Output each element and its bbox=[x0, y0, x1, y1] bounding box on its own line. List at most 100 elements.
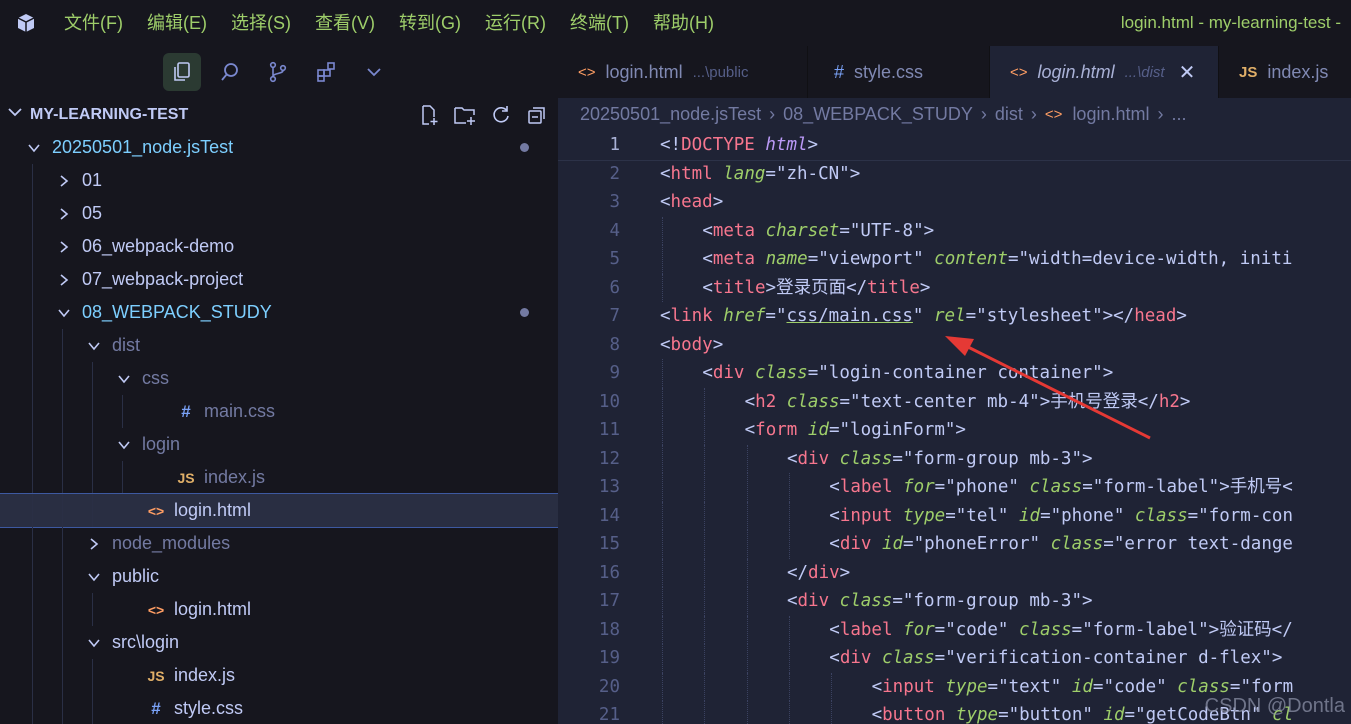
indent-guide bbox=[704, 530, 706, 559]
extensions-view-button[interactable] bbox=[307, 53, 345, 91]
menu-edit[interactable]: 编辑(E) bbox=[135, 0, 219, 46]
line-number: 5 bbox=[609, 249, 620, 269]
code-token: type bbox=[945, 676, 988, 697]
breadcrumb-item[interactable]: 20250501_node.jsTest bbox=[580, 104, 761, 125]
menu-terminal[interactable]: 终端(T) bbox=[558, 0, 641, 46]
indent-guide bbox=[704, 672, 706, 701]
tab-login-html-dist[interactable]: <> login.html ...\dist ✕ bbox=[990, 46, 1219, 98]
tab-index-js[interactable]: JS index.js bbox=[1219, 46, 1351, 98]
code-token: id bbox=[1071, 676, 1093, 697]
tree-folder[interactable]: css bbox=[0, 362, 558, 395]
tree-folder[interactable]: node_modules bbox=[0, 527, 558, 560]
breadcrumb: 20250501_node.jsTest › 08_WEBPACK_STUDY … bbox=[558, 98, 1351, 131]
breadcrumb-item[interactable]: ... bbox=[1171, 104, 1186, 125]
explorer-section-header[interactable]: MY-LEARNING-TEST bbox=[0, 98, 558, 131]
tree-folder[interactable]: 07_webpack-project bbox=[0, 263, 558, 296]
code-token: = bbox=[892, 448, 903, 469]
code-token: = bbox=[945, 505, 956, 526]
tree-file[interactable]: # style.css bbox=[0, 692, 558, 724]
indent-guide bbox=[62, 428, 63, 461]
code-token: = bbox=[1092, 676, 1104, 697]
tree-folder[interactable]: src\login bbox=[0, 626, 558, 659]
source-control-view-button[interactable] bbox=[259, 53, 297, 91]
tree-folder[interactable]: 08_WEBPACK_STUDY bbox=[0, 296, 558, 329]
tree-folder[interactable]: dist bbox=[0, 329, 558, 362]
code-line[interactable]: 16 </div> bbox=[558, 558, 1351, 587]
code-token: class bbox=[1018, 619, 1072, 640]
tree-item-label: login.html bbox=[174, 599, 252, 619]
code-token: > bbox=[1208, 619, 1220, 640]
code-line[interactable]: 5 <meta name="viewport" content="width=de… bbox=[558, 245, 1351, 274]
code-line[interactable]: 13 <label for="phone" class="form-label">… bbox=[558, 473, 1351, 502]
indent-guide bbox=[32, 296, 33, 329]
indent-guide bbox=[32, 494, 33, 527]
indent-guide bbox=[662, 473, 663, 502]
code-line[interactable]: 14 <input type="tel" id="phone" class="fo… bbox=[558, 501, 1351, 530]
code-line[interactable]: 17 <div class="form-group mb-3"> bbox=[558, 587, 1351, 616]
indent-guide bbox=[62, 593, 63, 626]
indent-guide bbox=[746, 558, 748, 587]
code-line[interactable]: 10 <h2 class="text-center mb-4">手机号登录</h2… bbox=[558, 387, 1351, 416]
explorer-view-button[interactable] bbox=[163, 53, 201, 91]
menu-help[interactable]: 帮助(H) bbox=[641, 0, 726, 46]
menu-view[interactable]: 查看(V) bbox=[303, 0, 387, 46]
tree-folder[interactable]: login bbox=[0, 428, 558, 461]
code-line[interactable]: 19 <div class="verification-container d-f… bbox=[558, 644, 1351, 673]
code-token: "zh-CN" bbox=[775, 163, 850, 184]
file-tree: 20250501_node.jsTest 01 05 06_webpack-demo 0… bbox=[0, 131, 558, 724]
menu-selection[interactable]: 选择(S) bbox=[219, 0, 303, 46]
tree-folder[interactable]: 20250501_node.jsTest bbox=[0, 131, 558, 164]
modified-dot-icon bbox=[520, 143, 529, 152]
code-line[interactable]: 12 <div class="form-group mb-3"> bbox=[558, 444, 1351, 473]
refresh-icon[interactable] bbox=[488, 102, 514, 128]
code-token: body bbox=[670, 334, 713, 355]
tree-file[interactable]: <> login.html bbox=[0, 493, 558, 528]
tree-folder[interactable]: public bbox=[0, 560, 558, 593]
code-line[interactable]: 2 <html lang="zh-CN"> bbox=[558, 160, 1351, 189]
code-line[interactable]: 7 <link href="css/main.css" rel="styleshe… bbox=[558, 302, 1351, 331]
tree-file[interactable]: # main.css bbox=[0, 395, 558, 428]
tree-folder[interactable]: 05 bbox=[0, 197, 558, 230]
menu-run[interactable]: 运行(R) bbox=[473, 0, 558, 46]
new-folder-icon[interactable] bbox=[452, 102, 478, 128]
code-line[interactable]: 9 <div class="login-container container"> bbox=[558, 359, 1351, 388]
menu-file[interactable]: 文件(F) bbox=[52, 0, 135, 46]
code-editor[interactable]: 1 <!DOCTYPE html> 2 <html lang="zh-CN"> 3 <he… bbox=[558, 131, 1351, 724]
code-token: " bbox=[912, 306, 924, 326]
indent-guide bbox=[32, 230, 33, 263]
menu-go[interactable]: 转到(G) bbox=[387, 0, 473, 46]
code-text: <div class="login-container container"> bbox=[702, 359, 1113, 388]
code-line[interactable]: 18 <label for="code" class="form-label">验… bbox=[558, 615, 1351, 644]
code-token: = bbox=[1007, 249, 1019, 269]
tree-file[interactable]: <> login.html bbox=[0, 593, 558, 626]
new-file-icon[interactable] bbox=[416, 102, 442, 128]
code-line[interactable]: 11 <form id="loginForm"> bbox=[558, 416, 1351, 445]
breadcrumb-item[interactable]: dist bbox=[995, 104, 1023, 125]
tab-style-css[interactable]: # style.css bbox=[808, 46, 990, 98]
code-line[interactable]: 15 <div id="phoneError" class="error text… bbox=[558, 530, 1351, 559]
indent-guide bbox=[92, 593, 93, 626]
tree-folder[interactable]: 06_webpack-demo bbox=[0, 230, 558, 263]
tab-login-html-public[interactable]: <> login.html ...\public bbox=[558, 46, 808, 98]
code-line[interactable]: 6 <title>登录页面</title> bbox=[558, 273, 1351, 302]
tree-item-label: 05 bbox=[82, 203, 103, 223]
breadcrumb-item[interactable]: login.html bbox=[1072, 104, 1149, 125]
tree-file[interactable]: JS index.js bbox=[0, 461, 558, 494]
more-views-button[interactable] bbox=[355, 53, 393, 91]
close-icon[interactable]: ✕ bbox=[1179, 60, 1196, 85]
explorer-panel: MY-LEARNING-TEST 20250501_node.jsTest 01 0… bbox=[0, 98, 558, 724]
breadcrumb-item[interactable]: 08_WEBPACK_STUDY bbox=[783, 104, 973, 125]
indent-guide bbox=[32, 428, 33, 461]
tree-file[interactable]: JS index.js bbox=[0, 659, 558, 692]
tree-folder[interactable]: 01 bbox=[0, 164, 558, 197]
search-icon bbox=[221, 63, 238, 81]
code-line[interactable]: 1 <!DOCTYPE html> bbox=[558, 131, 1351, 161]
collapse-all-icon[interactable] bbox=[524, 102, 550, 128]
code-line[interactable]: 3 <head> bbox=[558, 188, 1351, 217]
code-line[interactable]: 8 <body> bbox=[558, 331, 1351, 360]
search-view-button[interactable] bbox=[211, 53, 249, 91]
code-line[interactable]: 4 <meta charset="UTF-8"> bbox=[558, 216, 1351, 245]
